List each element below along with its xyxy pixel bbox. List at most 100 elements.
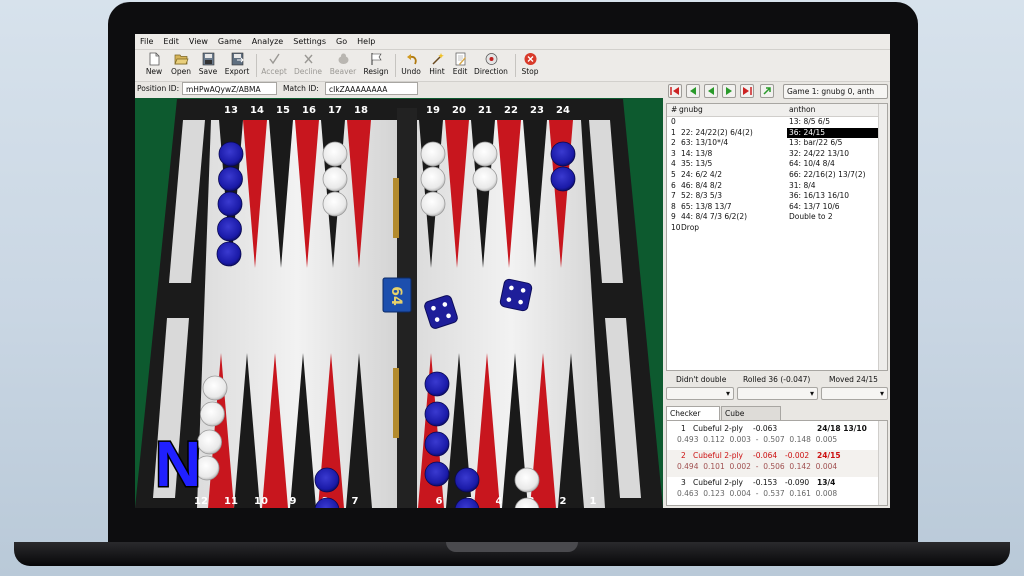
next-game-button[interactable]: [740, 84, 754, 98]
white-checker[interactable]: [420, 166, 446, 192]
first-game-button[interactable]: [668, 84, 682, 98]
anthon-move: 13: 8/5 6/5: [789, 117, 830, 126]
gnubg-move: 63: 13/10*/4: [681, 138, 729, 148]
move-list-row[interactable]: 10 Drop: [667, 223, 879, 233]
resign-label: Resign: [363, 67, 389, 76]
toolbar-separator: [256, 54, 257, 77]
blue-checker[interactable]: [454, 467, 480, 493]
point-number-bottom: 10: [254, 496, 268, 507]
analysis-row[interactable]: 3 Cubeful 2-ply -0.153 -0.090 13/4 0.463 0.12…: [667, 477, 879, 504]
menu-analyze[interactable]: Analyze: [247, 37, 289, 46]
accept-label: Accept: [261, 67, 287, 76]
menu-file[interactable]: File: [135, 37, 158, 46]
white-checker[interactable]: [202, 375, 228, 401]
game-select[interactable]: Game 1: gnubg 0, anth: [783, 84, 888, 99]
backgammon-board[interactable]: 131415161718192021222324121110987654321 …: [135, 98, 663, 508]
blue-checker[interactable]: [218, 141, 244, 167]
doubling-cube[interactable]: 64: [382, 277, 412, 313]
analysis-scrollbar[interactable]: [878, 421, 887, 505]
export-button[interactable]: Export: [223, 51, 251, 80]
blue-checker[interactable]: [217, 216, 242, 242]
analysis-diff: -0.090: [785, 478, 810, 487]
menu-help[interactable]: Help: [352, 37, 380, 46]
move-list-row[interactable]: 4 35: 13/5 64: 10/4 8/4: [667, 159, 879, 169]
menu-view[interactable]: View: [184, 37, 213, 46]
stop-button[interactable]: Stop: [519, 51, 541, 80]
chevron-down-icon: ▾: [809, 389, 814, 398]
move-list-row[interactable]: 7 52: 8/3 5/3 36: 16/13 16/10: [667, 191, 879, 201]
gnubg-move: 44: 8/4 7/3 6/2(2): [681, 212, 748, 222]
menu-settings[interactable]: Settings: [288, 37, 331, 46]
analysis-rank: 2: [681, 451, 686, 460]
blue-checker[interactable]: [314, 467, 340, 493]
next-marked-button[interactable]: [760, 84, 774, 98]
open-button[interactable]: Open: [169, 51, 193, 80]
move-list-row[interactable]: 6 46: 8/4 8/2 31: 8/4: [667, 181, 879, 191]
blue-checker[interactable]: [550, 166, 576, 192]
move-list-row[interactable]: 3 14: 13/8 32: 24/22 13/10: [667, 149, 879, 159]
blue-checker[interactable]: [216, 241, 242, 267]
blue-checker[interactable]: [550, 141, 576, 167]
move-list[interactable]: # gnubg anthon 0 13: 8/5 6/5 1 22: 24/22(2)…: [666, 103, 888, 371]
white-checker[interactable]: [472, 141, 498, 167]
analysis-ply: Cubeful 2-ply: [693, 424, 743, 433]
analysis-row[interactable]: 1 Cubeful 2-ply -0.063 24/18 13/10 0.493 0.1…: [667, 423, 879, 450]
cube-annotation-dropdown[interactable]: ▾: [666, 387, 734, 400]
edit-button[interactable]: Edit: [450, 51, 470, 80]
decline-button[interactable]: Decline: [292, 51, 324, 80]
menu-game[interactable]: Game: [213, 37, 247, 46]
analysis-move: 24/15: [817, 451, 841, 460]
move-number: 10: [671, 223, 681, 232]
position-id-field[interactable]: mHPwAQywZ/ABMA: [182, 82, 277, 95]
blue-checker[interactable]: [424, 431, 450, 457]
move-list-row[interactable]: 1 22: 24/22(2) 6/4(2) 36: 24/15: [667, 127, 881, 138]
analysis-row[interactable]: 2 Cubeful 2-ply -0.064 -0.002 24/15 0.494 0.1…: [667, 450, 879, 477]
beaver-icon: [338, 53, 348, 64]
hint-button[interactable]: Hint: [426, 51, 448, 80]
roll-annotation-dropdown[interactable]: ▾: [737, 387, 818, 400]
previous-move-button[interactable]: [704, 84, 718, 98]
move-list-scrollbar[interactable]: [878, 104, 887, 370]
blue-checker[interactable]: [424, 461, 450, 487]
menu-edit[interactable]: Edit: [158, 37, 184, 46]
move-list-row[interactable]: 9 44: 8/4 7/3 6/2(2) Double to 2: [667, 212, 879, 222]
watermark-letter: N: [155, 428, 201, 500]
menu-go[interactable]: Go: [331, 37, 352, 46]
anthon-move: 36: 24/15: [787, 127, 881, 138]
checker-play-analysis[interactable]: 1 Cubeful 2-ply -0.063 24/18 13/10 0.493 0.1…: [666, 420, 888, 506]
white-checker[interactable]: [514, 467, 540, 493]
white-checker[interactable]: [322, 141, 348, 167]
white-checker[interactable]: [420, 191, 446, 217]
blue-checker[interactable]: [217, 191, 243, 217]
tab-cube-decision[interactable]: Cube decision: [721, 406, 781, 431]
white-checker[interactable]: [420, 141, 446, 167]
white-checker[interactable]: [200, 401, 225, 427]
move-list-row[interactable]: 2 63: 13/10*/4 13: bar/22 6/5: [667, 138, 879, 148]
save-button[interactable]: Save: [196, 51, 220, 80]
blue-checker[interactable]: [218, 166, 243, 192]
white-checker[interactable]: [472, 166, 498, 192]
point-number-bottom: 11: [224, 496, 238, 507]
move-annotation-dropdown[interactable]: ▾: [821, 387, 888, 400]
blue-checker[interactable]: [424, 371, 450, 397]
blue-checker[interactable]: [424, 401, 450, 427]
move-number: 2: [671, 138, 676, 148]
tab-checker-play[interactable]: Checker play: [666, 406, 720, 431]
move-list-row[interactable]: 8 65: 13/8 13/7 64: 13/7 10/6: [667, 202, 879, 212]
white-checker[interactable]: [322, 166, 348, 192]
new-button[interactable]: New: [143, 51, 165, 80]
direction-button[interactable]: Direction: [472, 51, 510, 80]
next-move-button[interactable]: [722, 84, 736, 98]
die-2[interactable]: [499, 278, 533, 312]
undo-button[interactable]: Undo: [399, 51, 423, 80]
move-list-row[interactable]: 0 13: 8/5 6/5: [667, 117, 879, 127]
beaver-button[interactable]: Beaver: [328, 51, 358, 80]
white-checker[interactable]: [322, 191, 348, 217]
match-id-field[interactable]: cIkZAAAAAAAA: [325, 82, 418, 95]
first-game-icon: [670, 87, 679, 95]
move-list-row[interactable]: 5 24: 6/2 4/2 66: 22/16(2) 13/7(2): [667, 170, 879, 180]
analysis-equity: -0.064: [753, 451, 778, 460]
resign-button[interactable]: Resign: [362, 51, 390, 80]
previous-game-button[interactable]: [686, 84, 700, 98]
accept-button[interactable]: Accept: [260, 51, 288, 80]
